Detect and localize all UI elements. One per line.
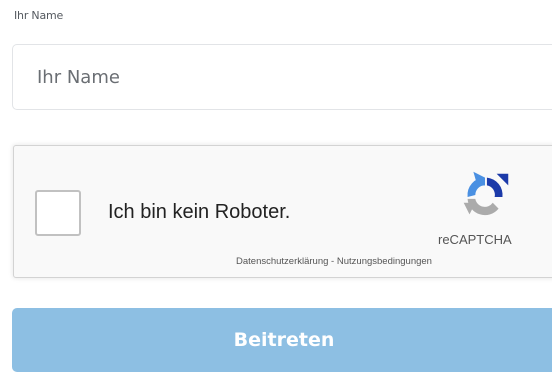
recaptcha-checkbox[interactable] (35, 190, 81, 236)
name-field-label: Ihr Name (14, 9, 64, 22)
links-separator: - (328, 256, 337, 267)
recaptcha-links: Datenschutzerklärung - Nutzungsbedingung… (236, 256, 432, 267)
recaptcha-logo-icon (463, 171, 509, 216)
recaptcha-checkbox-label[interactable]: Ich bin kein Roboter. (108, 201, 290, 224)
privacy-link[interactable]: Datenschutzerklärung (236, 256, 328, 267)
join-button[interactable]: Beitreten (12, 308, 552, 372)
terms-link[interactable]: Nutzungsbedingungen (337, 256, 432, 267)
name-input[interactable] (12, 44, 552, 110)
recaptcha-widget: Ich bin kein Roboter. reCAPTCHA Datensch… (13, 145, 552, 278)
recaptcha-brand-text: reCAPTCHA (438, 232, 512, 247)
